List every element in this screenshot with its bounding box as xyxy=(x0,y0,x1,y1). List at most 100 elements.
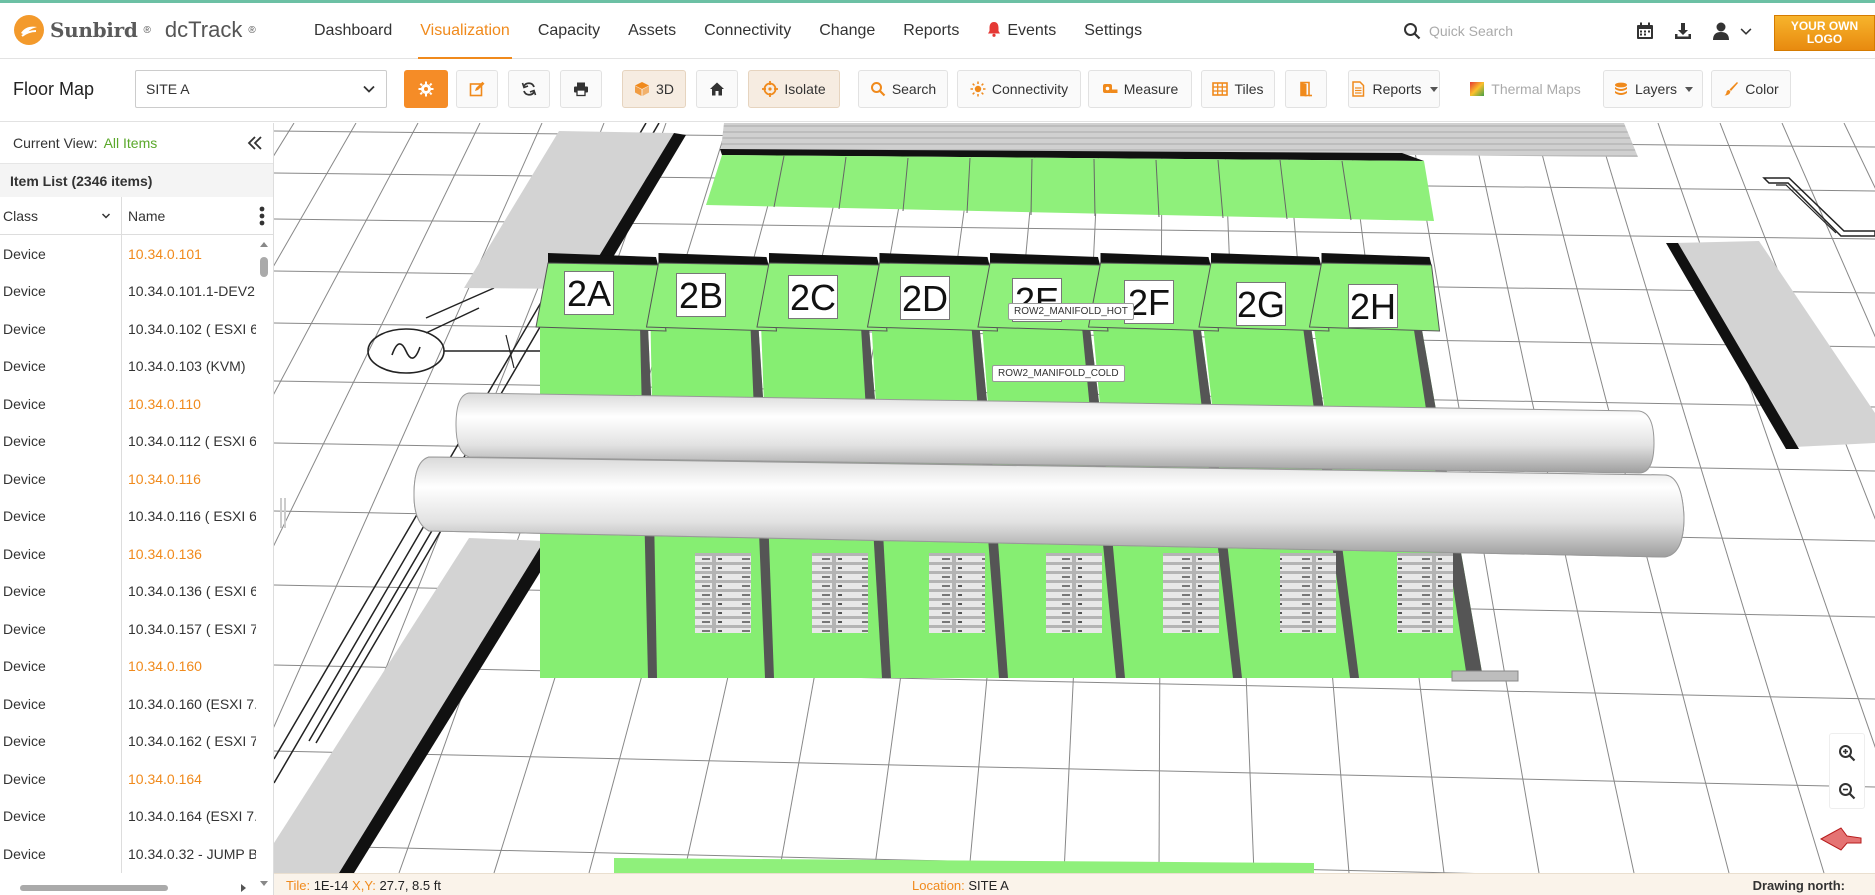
item-name-cell[interactable]: 10.34.0.116 ( ESXI 6. xyxy=(122,508,256,524)
floor-map-toolbar: Floor Map SITE A 3D Isolate Search Conne… xyxy=(0,60,1875,122)
item-name-cell[interactable]: 10.34.0.101.1-DEV2 xyxy=(122,283,256,299)
item-list-horizontal-scrollbar[interactable] xyxy=(20,885,168,891)
bottom-row-racks xyxy=(614,858,1314,873)
server-stack xyxy=(1163,553,1219,633)
layers-dropdown[interactable]: Layers xyxy=(1603,70,1703,108)
table-row[interactable]: Device 10.34.0.103 (KVM) xyxy=(0,347,256,385)
thermal-maps-button[interactable]: Thermal Maps xyxy=(1462,70,1588,108)
item-name-cell[interactable]: 10.34.0.136 ( ESXI 6. xyxy=(122,583,256,599)
download-icon[interactable] xyxy=(1673,21,1693,41)
color-button[interactable]: Color xyxy=(1711,70,1791,108)
home-button[interactable] xyxy=(696,70,738,108)
xy-label: X,Y: xyxy=(352,878,376,893)
scroll-right-icon[interactable] xyxy=(238,883,248,893)
current-view-value[interactable]: All Items xyxy=(104,135,158,151)
tiles-label: Tiles xyxy=(1234,81,1264,97)
nav-connectivity[interactable]: Connectivity xyxy=(690,3,805,59)
item-name-cell[interactable]: 10.34.0.164 xyxy=(122,771,256,787)
search-label: Search xyxy=(891,81,937,97)
settings-button[interactable] xyxy=(404,70,448,108)
nav-assets[interactable]: Assets xyxy=(614,3,690,59)
item-class-cell: Device xyxy=(0,347,122,385)
nav-capacity[interactable]: Capacity xyxy=(524,3,614,59)
zoom-in-button[interactable] xyxy=(1830,734,1864,772)
nav-events[interactable]: Events xyxy=(973,3,1070,59)
nav-reports[interactable]: Reports xyxy=(889,3,973,59)
rack-label[interactable]: 2D xyxy=(900,276,950,321)
table-row[interactable]: Device 10.34.0.136 xyxy=(0,535,256,573)
nav-change[interactable]: Change xyxy=(805,3,889,59)
refresh-button[interactable] xyxy=(508,70,550,108)
item-name-cell[interactable]: 10.34.0.160 xyxy=(122,658,256,674)
item-list-title: Item List (2346 items) xyxy=(0,163,273,197)
search-icon[interactable] xyxy=(1403,22,1421,40)
table-row[interactable]: Device 10.34.0.160 (ESXI 7.( xyxy=(0,685,256,723)
item-class-cell: Device xyxy=(0,760,122,798)
zoom-out-button[interactable] xyxy=(1830,772,1864,810)
double-chevron-left-icon[interactable] xyxy=(247,135,263,151)
search-button[interactable]: Search xyxy=(858,70,948,108)
door-button[interactable] xyxy=(1285,70,1327,108)
site-select[interactable]: SITE A xyxy=(135,70,387,108)
hot-manifold-label[interactable]: ROW2_MANIFOLD_HOT xyxy=(1008,303,1134,320)
status-bar: Tile: 1E-14 X,Y: 27.7, 8.5 ft Location: … xyxy=(274,873,1875,895)
scroll-up-icon[interactable] xyxy=(256,239,272,249)
table-row[interactable]: Device 10.34.0.101 xyxy=(0,235,256,273)
table-row[interactable]: Device 10.34.0.112 ( ESXI 6. xyxy=(0,422,256,460)
table-row[interactable]: Device 10.34.0.164 xyxy=(0,760,256,798)
nav-visualization[interactable]: Visualization xyxy=(406,3,524,59)
item-name-cell[interactable]: 10.34.0.160 (ESXI 7.( xyxy=(122,696,256,712)
name-column-header[interactable]: Name xyxy=(122,197,252,234)
rack-label[interactable]: 2B xyxy=(676,272,726,317)
table-row[interactable]: Device 10.34.0.157 ( ESXI 7. xyxy=(0,610,256,648)
item-name-cell[interactable]: 10.34.0.116 xyxy=(122,471,256,487)
brand-logo[interactable]: Sunbird ® dcTrack ® xyxy=(14,15,256,45)
reports-dropdown[interactable]: Reports xyxy=(1348,70,1440,108)
item-name-cell[interactable]: 10.34.0.32 - JUMP B xyxy=(122,846,256,862)
rack-label[interactable]: 2G xyxy=(1236,281,1286,326)
table-row[interactable]: Device 10.34.0.116 xyxy=(0,460,256,498)
table-row[interactable]: Device 10.34.0.102 ( ESXI 6. xyxy=(0,310,256,348)
connectivity-button[interactable]: Connectivity xyxy=(957,70,1081,108)
table-row[interactable]: Device 10.34.0.116 ( ESXI 6. xyxy=(0,497,256,535)
floor-map-3d-canvas[interactable]: 2A 2B 2C 2D 2E 2F 2G 2H ROW2_MANIFOLD_HOT ROW2_… xyxy=(274,123,1875,873)
item-name-cell[interactable]: 10.34.0.103 (KVM) xyxy=(122,358,256,374)
item-name-cell[interactable]: 10.34.0.101 xyxy=(122,246,256,262)
user-icon[interactable] xyxy=(1711,21,1731,41)
tiles-button[interactable]: Tiles xyxy=(1201,70,1275,108)
scroll-down-icon[interactable] xyxy=(256,879,272,889)
table-row[interactable]: Device 10.34.0.162 ( ESXI 7. xyxy=(0,722,256,760)
table-row[interactable]: Device 10.34.0.160 xyxy=(0,647,256,685)
item-name-cell[interactable]: 10.34.0.164 (ESXI 7.( xyxy=(122,808,256,824)
rack-label[interactable]: 2A xyxy=(564,271,614,315)
item-name-cell[interactable]: 10.34.0.110 xyxy=(122,396,256,412)
quick-search-input[interactable] xyxy=(1429,23,1579,39)
isolate-button[interactable]: Isolate xyxy=(748,70,840,108)
3d-view-button[interactable]: 3D xyxy=(622,70,686,108)
column-menu-button[interactable] xyxy=(252,197,272,234)
item-list-vertical-scrollbar[interactable] xyxy=(256,239,272,889)
rack-label[interactable]: 2H xyxy=(1348,283,1398,328)
item-name-cell[interactable]: 10.34.0.136 xyxy=(122,546,256,562)
item-name-cell[interactable]: 10.34.0.162 ( ESXI 7. xyxy=(122,733,256,749)
calendar-icon[interactable] xyxy=(1635,21,1655,41)
print-button[interactable] xyxy=(560,70,602,108)
edit-button[interactable] xyxy=(456,70,498,108)
class-column-header[interactable]: Class xyxy=(0,197,122,234)
table-row[interactable]: Device 10.34.0.164 (ESXI 7.( xyxy=(0,797,256,835)
table-row[interactable]: Device 10.34.0.32 - JUMP B xyxy=(0,835,256,873)
item-name-cell[interactable]: 10.34.0.102 ( ESXI 6. xyxy=(122,321,256,337)
table-row[interactable]: Device 10.34.0.136 ( ESXI 6. xyxy=(0,572,256,610)
cold-manifold-label[interactable]: ROW2_MANIFOLD_COLD xyxy=(992,365,1125,382)
panel-resize-handle[interactable] xyxy=(280,498,286,528)
nav-dashboard[interactable]: Dashboard xyxy=(300,3,406,59)
chevron-down-icon[interactable] xyxy=(1739,24,1753,38)
table-row[interactable]: Device 10.34.0.101.1-DEV2 xyxy=(0,272,256,310)
item-name-cell[interactable]: 10.34.0.157 ( ESXI 7. xyxy=(122,621,256,637)
measure-button[interactable]: Measure xyxy=(1088,70,1192,108)
table-row[interactable]: Device 10.34.0.110 xyxy=(0,385,256,423)
item-name-cell[interactable]: 10.34.0.112 ( ESXI 6. xyxy=(122,433,256,449)
vertical-scroll-thumb[interactable] xyxy=(260,257,268,277)
rack-label[interactable]: 2C xyxy=(788,274,838,319)
nav-settings[interactable]: Settings xyxy=(1070,3,1156,59)
